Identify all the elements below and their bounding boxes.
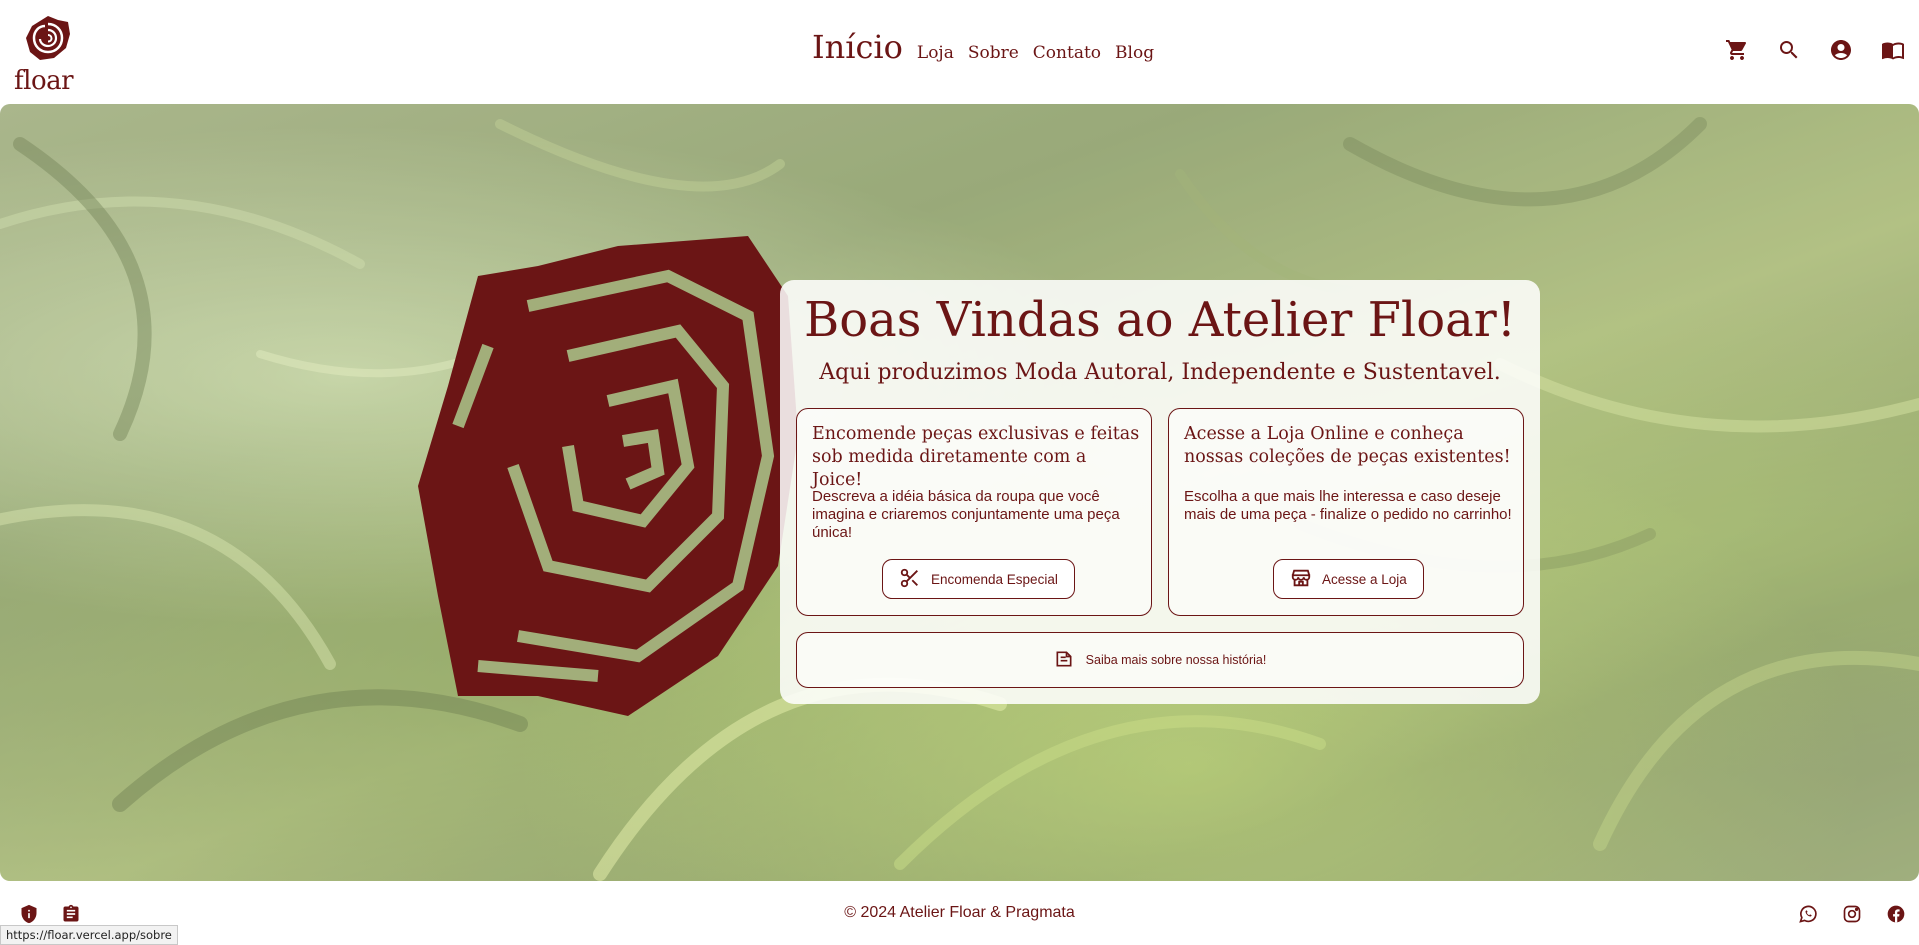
online-store-card: Acesse a Loja Online e conheça nossas co…	[1168, 408, 1524, 616]
search-icon[interactable]	[1777, 38, 1801, 62]
copyright-text: © 2024 Atelier Floar & Pragmata	[844, 904, 1075, 921]
facebook-icon[interactable]	[1885, 903, 1907, 925]
main-nav: Início Loja Sobre Contato Blog	[812, 28, 1154, 66]
hero-section: Boas Vindas ao Atelier Floar! Aqui produ…	[0, 104, 1919, 881]
nav-item-sobre[interactable]: Sobre	[968, 43, 1019, 63]
custom-order-button-label: Encomenda Especial	[931, 571, 1058, 587]
instagram-icon[interactable]	[1841, 903, 1863, 925]
brand-logo[interactable]: floar	[12, 14, 78, 96]
custom-order-button[interactable]: Encomenda Especial	[882, 559, 1075, 599]
cart-icon[interactable]	[1725, 38, 1749, 62]
custom-order-title: Encomende peças exclusivas e feitas sob …	[812, 424, 1140, 490]
account-icon[interactable]	[1829, 38, 1853, 62]
social-links	[1797, 903, 1907, 925]
online-store-button[interactable]: Acesse a Loja	[1273, 559, 1424, 599]
browser-status-url: https://floar.vercel.app/sobre	[0, 925, 178, 945]
online-store-text: Escolha a que mais lhe interessa e caso …	[1184, 488, 1512, 523]
history-button[interactable]: Saiba mais sobre nossa história!	[796, 632, 1524, 688]
nav-item-inicio[interactable]: Início	[812, 28, 903, 66]
rose-illustration-icon	[418, 236, 798, 716]
history-button-label: Saiba mais sobre nossa história!	[1085, 653, 1267, 667]
custom-order-card: Encomende peças exclusivas e feitas sob …	[796, 408, 1152, 616]
history-icon	[1054, 649, 1074, 672]
custom-order-text: Descreva a idéia básica da roupa que voc…	[812, 488, 1120, 541]
scissors-icon	[899, 567, 921, 592]
site-footer: © 2024 Atelier Floar & Pragmata	[0, 881, 1919, 945]
nav-item-loja[interactable]: Loja	[917, 43, 954, 63]
nav-item-contato[interactable]: Contato	[1033, 43, 1101, 63]
page-subtitle: Aqui produzimos Moda Autoral, Independen…	[819, 360, 1501, 385]
whatsapp-icon[interactable]	[1797, 903, 1819, 925]
online-store-title: Acesse a Loja Online e conheça nossas co…	[1184, 424, 1511, 467]
online-store-button-label: Acesse a Loja	[1322, 571, 1407, 587]
nav-item-blog[interactable]: Blog	[1115, 43, 1154, 63]
store-icon	[1290, 567, 1312, 592]
brand-logo-text: floar	[14, 66, 74, 96]
site-header: floar Início Loja Sobre Contato Blog	[0, 0, 1919, 104]
book-icon[interactable]	[1881, 38, 1905, 62]
page-title: Boas Vindas ao Atelier Floar!	[803, 292, 1516, 348]
welcome-panel: Boas Vindas ao Atelier Floar! Aqui produ…	[780, 280, 1540, 704]
rose-logo-icon	[26, 16, 70, 60]
header-actions	[1725, 38, 1905, 62]
